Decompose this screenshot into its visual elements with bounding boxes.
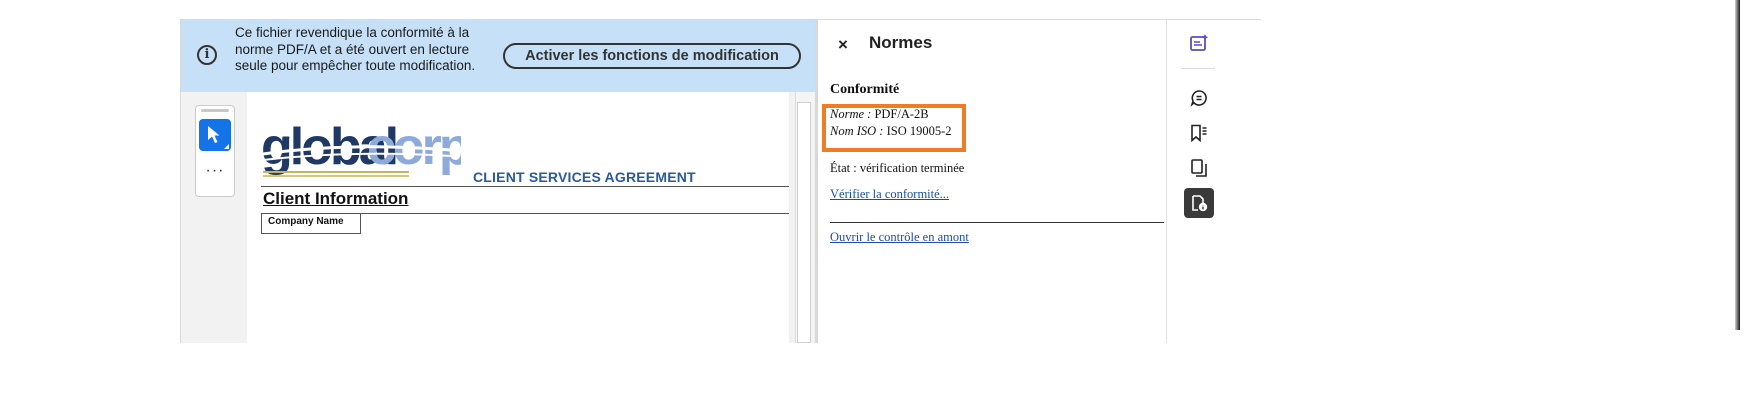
standards-icon[interactable] [1184,188,1214,218]
standard-value: PDF/A-2B [874,107,929,121]
select-tool-button[interactable] [199,119,231,151]
cursor-icon [208,126,220,143]
document-area: ··· global corp CLIENT SERVICES AGREEMEN… [181,92,815,343]
enable-editing-button[interactable]: Activer les fonctions de modification [503,43,801,69]
drag-handle[interactable] [201,109,229,112]
pdf-page: global corp CLIENT SERVICES AGREEMENT Cl… [247,92,789,343]
document-title: CLIENT SERVICES AGREEMENT [473,169,696,185]
conformity-heading: Conformité [830,82,900,97]
iso-line: Nom ISO : ISO 19005-2 [830,124,952,139]
edit-ai-icon[interactable] [1184,28,1214,58]
pages-icon[interactable] [1184,153,1214,183]
info-icon: i [197,45,217,65]
section-heading: Client Information [263,189,409,208]
rail-separator [1181,68,1215,69]
app-window: i Ce fichier revendique la conformité à … [180,19,1261,343]
window-edge-shadow [1735,0,1740,330]
comment-icon[interactable] [1184,83,1214,113]
corner-indicator-icon [224,144,229,149]
standard-line: Norme : PDF/A-2B [830,107,929,122]
more-tools-button[interactable]: ··· [196,162,234,180]
scrollbar-thumb[interactable] [797,102,811,343]
verify-conformity-link[interactable]: Vérifier la conformité... [830,187,949,202]
panel-separator [830,222,1164,223]
bookmarks-icon[interactable] [1184,118,1214,148]
standards-panel: × Normes Conformité Norme : PDF/A-2B Nom… [818,20,1166,343]
company-name-label: Company Name [268,216,344,227]
iso-label: Nom ISO : [830,124,884,138]
iso-value: ISO 19005-2 [886,124,952,138]
globalcorp-logo: global corp [261,118,472,185]
open-preflight-link[interactable]: Ouvrir le contrôle en amont [830,230,969,245]
read-only-banner: i Ce fichier revendique la conformité à … [181,20,815,92]
standard-label: Norme : [830,107,872,121]
banner-message: Ce fichier revendique la conformité à la… [235,25,476,73]
header-rule [261,186,789,187]
quick-tools-panel: ··· [195,105,235,197]
verification-status: État : vérification terminée [830,161,965,175]
right-rail [1166,20,1261,343]
panel-title: Normes [869,33,933,52]
close-panel-button[interactable]: × [830,32,856,58]
